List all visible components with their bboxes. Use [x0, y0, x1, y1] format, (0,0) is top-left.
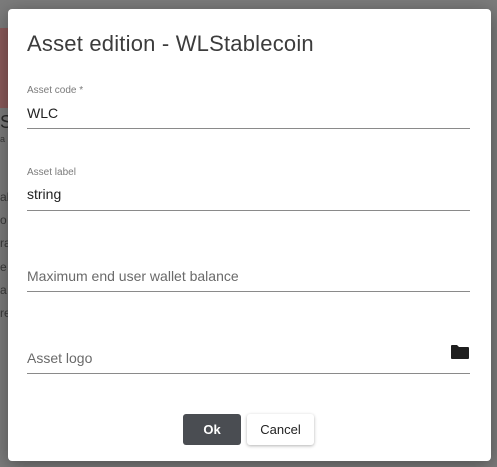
asset-code-input[interactable]: WLC — [27, 105, 58, 121]
background-logo-fragment — [0, 28, 8, 108]
max-wallet-balance-input[interactable]: Maximum end user wallet balance — [27, 268, 239, 284]
asset-label-label: Asset label — [27, 167, 76, 178]
folder-icon[interactable] — [450, 344, 470, 360]
dialog-title: Asset edition - WLStablecoin — [27, 31, 314, 56]
cancel-button[interactable]: Cancel — [247, 414, 314, 445]
asset-edition-dialog: Asset edition - WLStablecoin Asset code … — [8, 9, 491, 461]
asset-label-input[interactable]: string — [27, 186, 61, 202]
asset-code-field[interactable]: Asset code * WLC — [27, 83, 470, 129]
asset-logo-input[interactable]: Asset logo — [27, 350, 92, 366]
asset-label-field[interactable]: Asset label string — [27, 165, 470, 211]
asset-logo-field[interactable]: Asset logo — [27, 328, 470, 374]
ok-button[interactable]: Ok — [183, 414, 241, 445]
max-wallet-balance-field[interactable]: Maximum end user wallet balance — [27, 246, 470, 292]
asset-code-label: Asset code * — [27, 85, 84, 96]
